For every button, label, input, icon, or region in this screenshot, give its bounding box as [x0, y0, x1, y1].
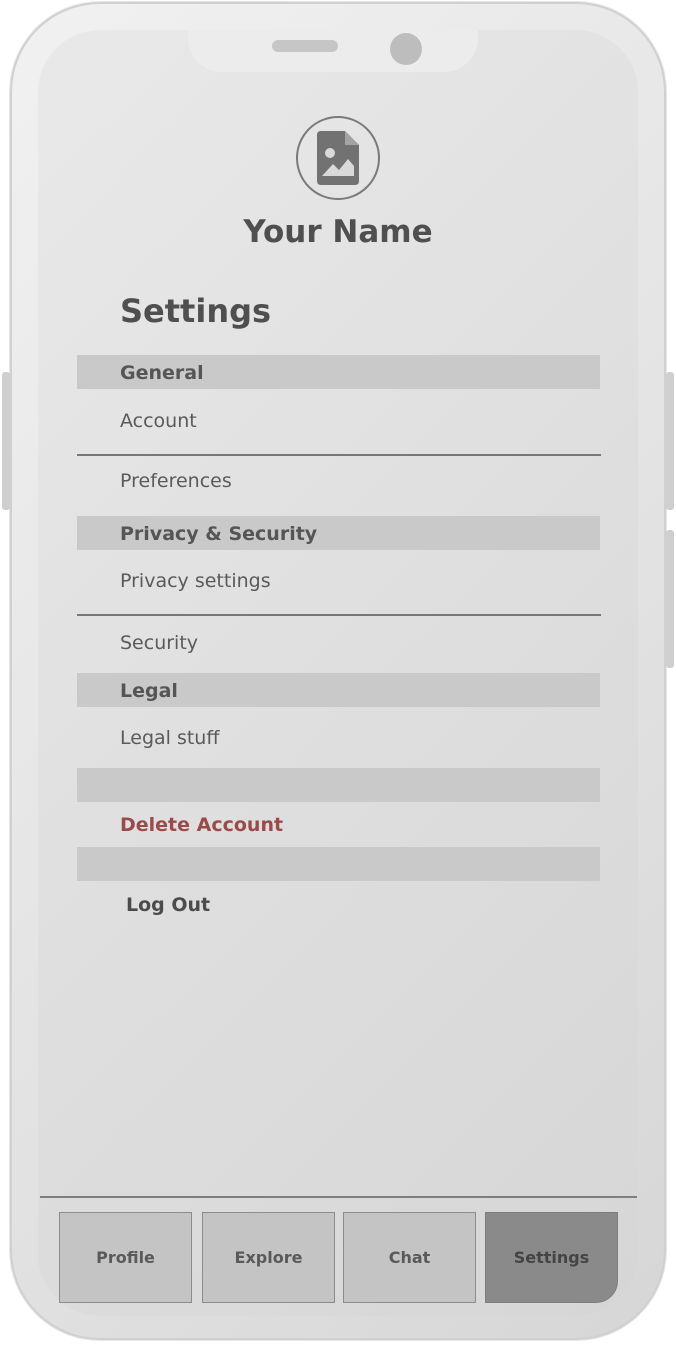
divider [77, 614, 601, 616]
log-out-button[interactable]: Log Out [126, 894, 210, 916]
section-spacer [77, 768, 600, 802]
section-header-label: General [120, 362, 204, 384]
volume-button [2, 372, 10, 510]
tab-settings[interactable]: Settings [485, 1212, 618, 1303]
speaker [272, 40, 338, 52]
tab-bar-divider [40, 1196, 637, 1198]
settings-item-privacy[interactable]: Privacy settings [120, 570, 271, 592]
section-header-privacy: Privacy & Security [77, 516, 600, 550]
settings-item-preferences[interactable]: Preferences [120, 470, 232, 492]
avatar[interactable] [296, 116, 380, 200]
delete-account-button[interactable]: Delete Account [120, 814, 283, 836]
section-header-label: Legal [120, 680, 178, 702]
section-spacer [77, 847, 600, 881]
settings-item-security[interactable]: Security [120, 632, 198, 654]
image-file-icon [317, 131, 359, 185]
tab-explore[interactable]: Explore [202, 1212, 335, 1303]
divider [77, 454, 601, 456]
section-header-label: Privacy & Security [120, 523, 318, 545]
settings-item-account[interactable]: Account [120, 410, 197, 432]
front-camera [390, 33, 422, 65]
settings-item-legal[interactable]: Legal stuff [120, 727, 219, 749]
section-header-general: General [77, 355, 600, 389]
page-title: Settings [120, 292, 272, 330]
tab-profile[interactable]: Profile [59, 1212, 192, 1303]
side-button-bottom [666, 530, 674, 668]
side-button-top [666, 372, 674, 510]
user-name: Your Name [243, 214, 433, 250]
section-header-legal: Legal [77, 673, 600, 707]
tab-chat[interactable]: Chat [343, 1212, 476, 1303]
